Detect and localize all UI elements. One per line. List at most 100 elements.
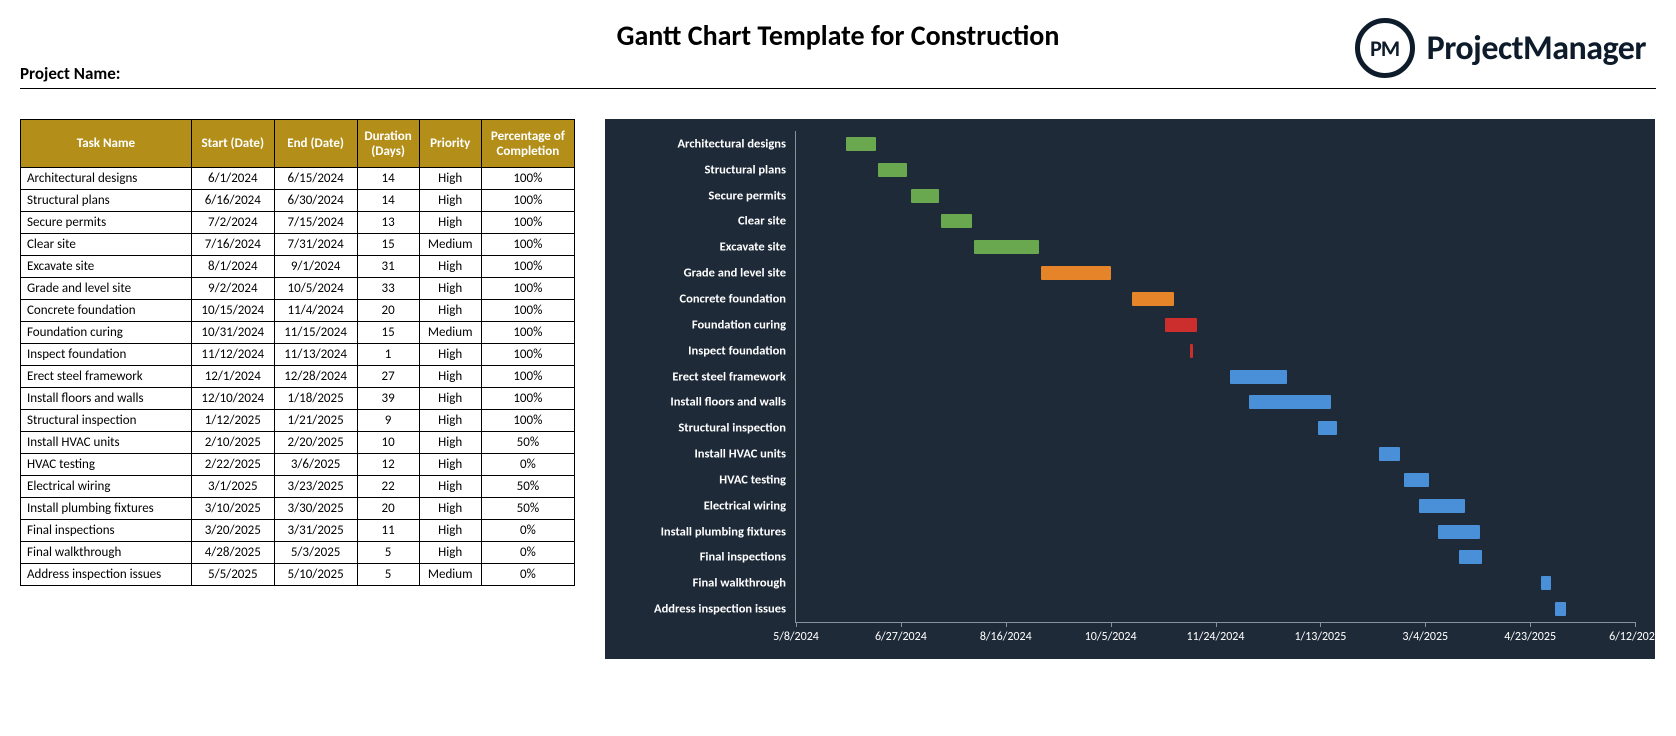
table-cell-end: 2/20/2025 (274, 432, 357, 454)
table-cell-end: 3/23/2025 (274, 476, 357, 498)
table-header-cell: Percentage of Completion (481, 120, 574, 168)
table-cell-duration: 14 (357, 190, 419, 212)
table-cell-pct: 50% (481, 498, 574, 520)
gantt-bar (1541, 576, 1551, 590)
gantt-row-label: Structural plans (704, 162, 786, 177)
gantt-bar (974, 240, 1039, 254)
gantt-row-label: Concrete foundation (680, 291, 787, 306)
table-cell-duration: 5 (357, 564, 419, 586)
table-cell-duration: 27 (357, 366, 419, 388)
table-cell-pct: 100% (481, 234, 574, 256)
gantt-x-tick (1006, 622, 1007, 627)
table-header-cell: Task Name (21, 120, 192, 168)
gantt-bar (1230, 370, 1287, 384)
table-cell-duration: 11 (357, 520, 419, 542)
table-cell-pct: 100% (481, 410, 574, 432)
table-cell-priority: High (419, 300, 481, 322)
table-cell-name: Erect steel framework (21, 366, 192, 388)
gantt-row-label: Grade and level site (684, 266, 786, 281)
table-cell-name: Final inspections (21, 520, 192, 542)
table-cell-start: 6/16/2024 (191, 190, 274, 212)
table-cell-name: Concrete foundation (21, 300, 192, 322)
table-cell-start: 5/5/2025 (191, 564, 274, 586)
table-row: Address inspection issues5/5/20255/10/20… (21, 564, 575, 586)
gantt-x-tick-label: 6/12/2025 (1609, 630, 1661, 644)
table-cell-pct: 100% (481, 168, 574, 190)
gantt-row-label: Install plumbing fixtures (661, 524, 786, 539)
table-cell-duration: 22 (357, 476, 419, 498)
table-cell-end: 11/4/2024 (274, 300, 357, 322)
task-table-header-row: Task NameStart (Date)End (Date)Duration … (21, 120, 575, 168)
table-cell-duration: 14 (357, 168, 419, 190)
table-cell-start: 2/10/2025 (191, 432, 274, 454)
table-cell-name: Architectural designs (21, 168, 192, 190)
table-cell-pct: 0% (481, 520, 574, 542)
table-row: Final inspections3/20/20253/31/202511Hig… (21, 520, 575, 542)
gantt-x-tick-label: 10/5/2024 (1085, 630, 1137, 644)
table-cell-pct: 100% (481, 344, 574, 366)
gantt-bar (1318, 421, 1337, 435)
gantt-bar (878, 163, 907, 177)
divider (20, 88, 1656, 89)
table-cell-priority: High (419, 344, 481, 366)
gantt-x-tick (901, 622, 902, 627)
table-cell-duration: 20 (357, 498, 419, 520)
table-cell-start: 10/15/2024 (191, 300, 274, 322)
table-cell-pct: 100% (481, 388, 574, 410)
gantt-x-tick (796, 622, 797, 627)
table-cell-end: 3/6/2025 (274, 454, 357, 476)
table-cell-priority: High (419, 366, 481, 388)
table-row: Install plumbing fixtures3/10/20253/30/2… (21, 498, 575, 520)
gantt-row-label: Install floors and walls (670, 395, 786, 410)
brand-logo-text: ProjectManager (1427, 28, 1646, 69)
table-cell-start: 12/1/2024 (191, 366, 274, 388)
table-cell-duration: 1 (357, 344, 419, 366)
gantt-x-tick-label: 8/16/2024 (980, 630, 1032, 644)
table-cell-start: 4/28/2025 (191, 542, 274, 564)
table-cell-start: 3/1/2025 (191, 476, 274, 498)
gantt-x-tick (1320, 622, 1321, 627)
table-cell-pct: 100% (481, 278, 574, 300)
table-cell-pct: 100% (481, 366, 574, 388)
table-cell-pct: 100% (481, 256, 574, 278)
table-cell-name: Address inspection issues (21, 564, 192, 586)
gantt-bar (1379, 447, 1400, 461)
table-cell-start: 8/1/2024 (191, 256, 274, 278)
gantt-x-tick-label: 11/24/2024 (1187, 630, 1245, 644)
table-row: Concrete foundation10/15/202411/4/202420… (21, 300, 575, 322)
table-cell-name: Secure permits (21, 212, 192, 234)
table-row: Architectural designs6/1/20246/15/202414… (21, 168, 575, 190)
table-cell-end: 1/18/2025 (274, 388, 357, 410)
gantt-bar (941, 214, 972, 228)
gantt-row-label: Inspect foundation (688, 343, 786, 358)
gantt-row-label: Address inspection issues (654, 602, 786, 617)
task-table-body: Architectural designs6/1/20246/15/202414… (21, 168, 575, 586)
gantt-bar (1419, 499, 1465, 513)
table-cell-start: 6/1/2024 (191, 168, 274, 190)
gantt-row-label: Architectural designs (677, 136, 786, 151)
table-cell-end: 7/15/2024 (274, 212, 357, 234)
gantt-row-label: Clear site (738, 214, 786, 229)
table-cell-end: 12/28/2024 (274, 366, 357, 388)
table-row: Install floors and walls12/10/20241/18/2… (21, 388, 575, 410)
table-cell-name: Install floors and walls (21, 388, 192, 410)
gantt-row-label: Excavate site (720, 240, 786, 255)
table-cell-pct: 50% (481, 432, 574, 454)
gantt-x-tick-label: 5/8/2024 (773, 630, 819, 644)
gantt-row-label: Electrical wiring (704, 498, 786, 513)
gantt-row-label: Secure permits (708, 188, 786, 203)
table-row: Inspect foundation11/12/202411/13/20241H… (21, 344, 575, 366)
table-cell-name: Install plumbing fixtures (21, 498, 192, 520)
table-cell-start: 7/16/2024 (191, 234, 274, 256)
table-cell-pct: 0% (481, 564, 574, 586)
table-cell-pct: 0% (481, 542, 574, 564)
gantt-bar (1132, 292, 1174, 306)
table-row: Excavate site8/1/20249/1/202431High100% (21, 256, 575, 278)
gantt-x-tick (1425, 622, 1426, 627)
table-cell-priority: High (419, 432, 481, 454)
table-cell-duration: 39 (357, 388, 419, 410)
table-cell-pct: 100% (481, 300, 574, 322)
table-cell-priority: High (419, 498, 481, 520)
table-cell-priority: High (419, 410, 481, 432)
table-cell-start: 10/31/2024 (191, 322, 274, 344)
